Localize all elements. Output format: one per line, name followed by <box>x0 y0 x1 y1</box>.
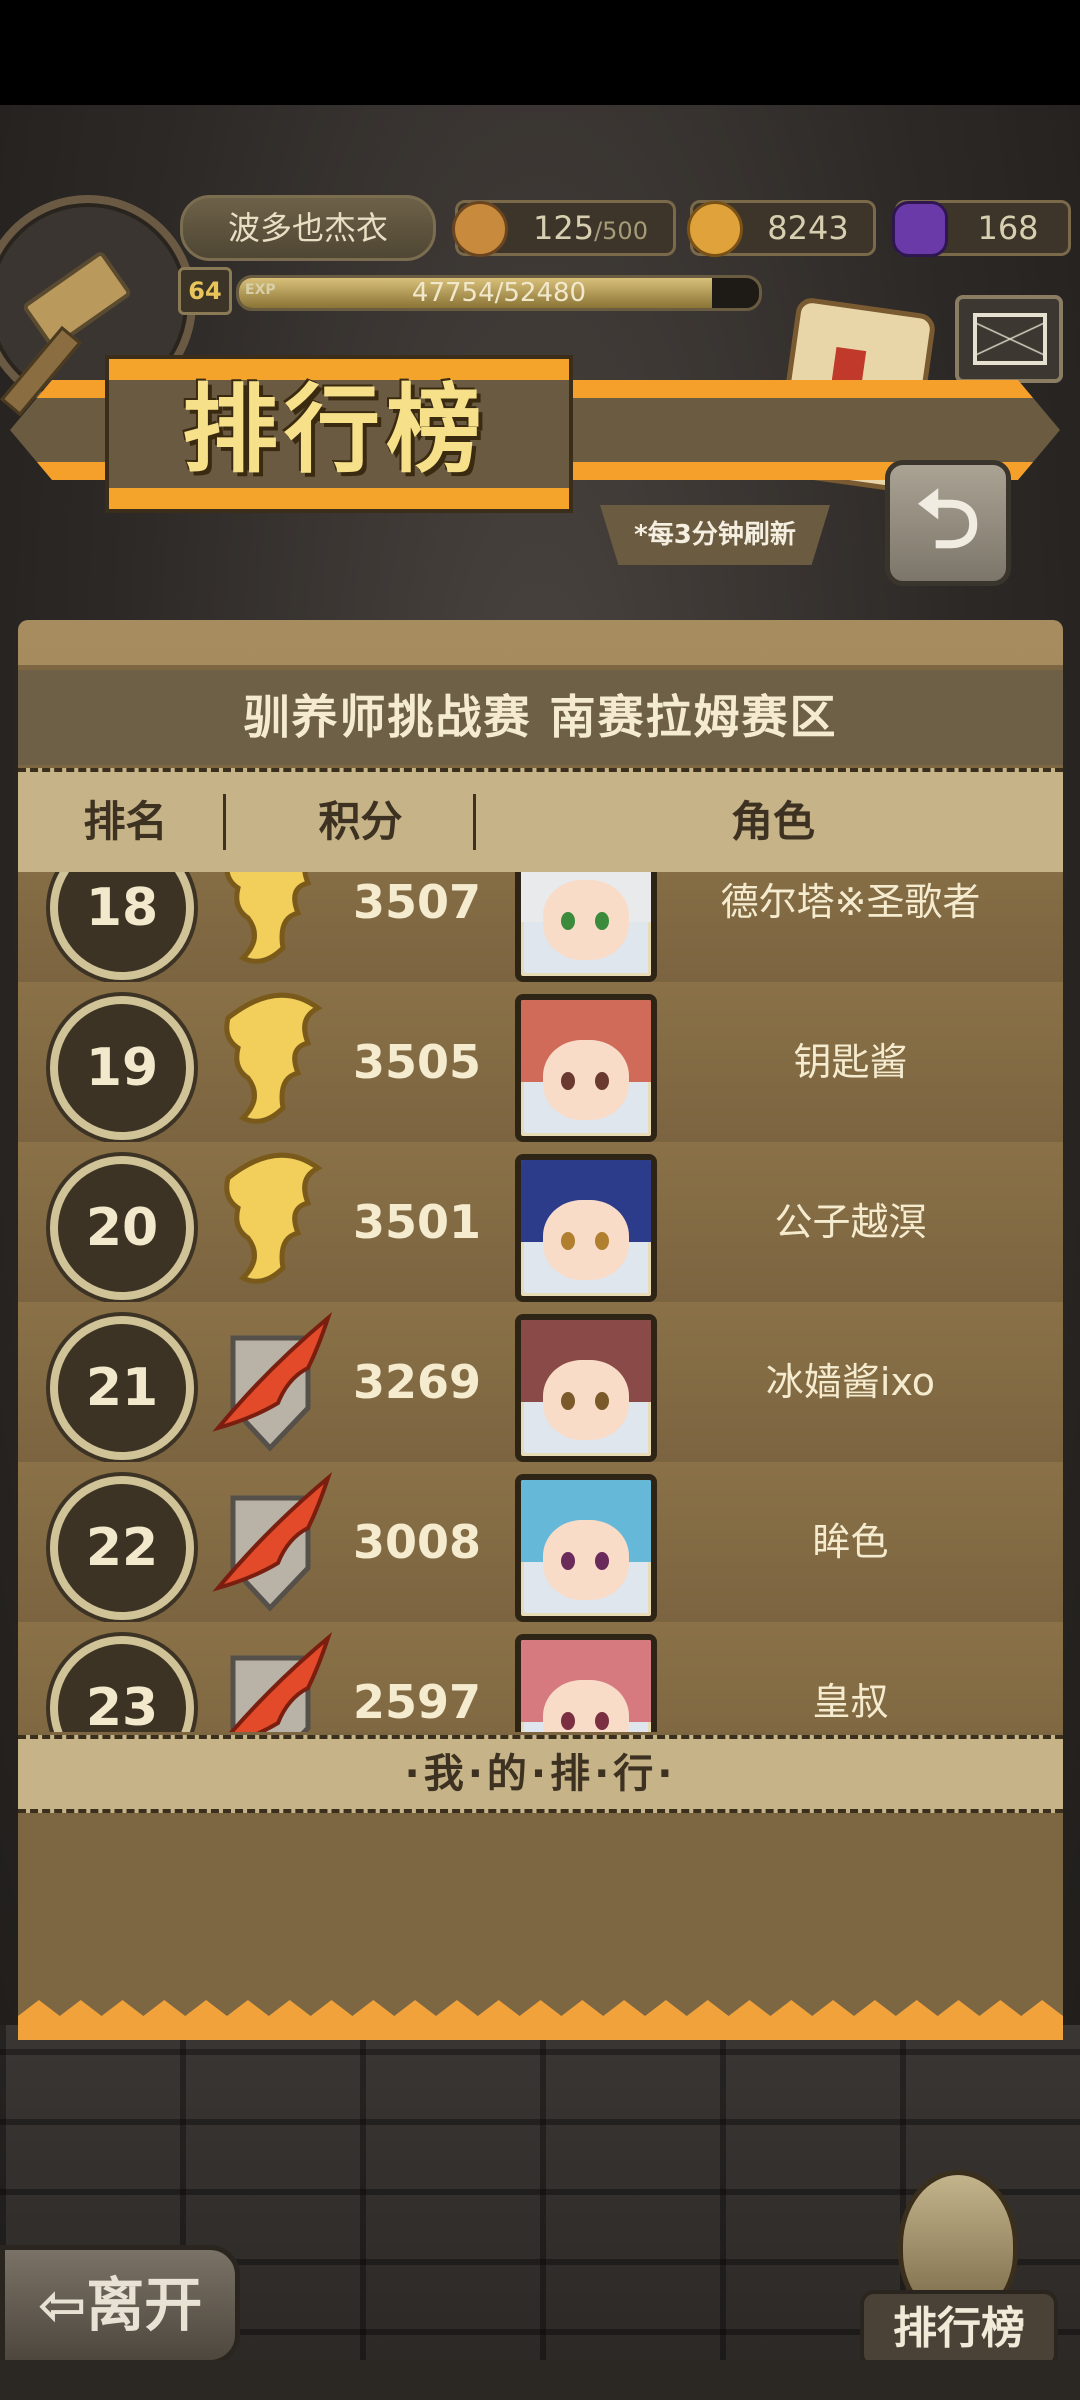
leaderboard-button-label: 排行榜 <box>860 2290 1058 2368</box>
portrait-eye <box>561 1392 575 1410</box>
portrait-eye <box>561 1712 575 1730</box>
table-row[interactable]: 23 2597 皇叔 <box>18 1622 1063 1732</box>
table-row[interactable]: 19 3505 钥匙酱 <box>18 982 1063 1145</box>
header-divider <box>473 794 476 850</box>
portrait-face <box>543 1520 629 1600</box>
character-portrait[interactable] <box>515 1634 657 1732</box>
score-value: 3269 <box>353 1355 482 1409</box>
gold-wing-emblem-icon <box>224 872 312 964</box>
rank-number: 18 <box>50 872 194 980</box>
portrait-eye <box>595 1552 609 1570</box>
player-role-name: 皇叔 <box>812 1680 889 1724</box>
portrait-face <box>543 1200 629 1280</box>
silver-wing-emblem-icon <box>212 1311 333 1452</box>
header-rank: 排名 <box>83 797 168 846</box>
leave-button[interactable]: ⇦离开 <box>0 2245 240 2365</box>
bottom-bar <box>0 2360 1080 2400</box>
portrait-eye <box>561 1552 575 1570</box>
refresh-note: *每3分钟刷新 <box>600 505 830 565</box>
character-portrait[interactable] <box>515 1154 657 1302</box>
rank-number: 20 <box>50 1156 194 1300</box>
gold-wing-emblem-icon <box>224 1152 323 1284</box>
portrait-eye <box>561 1232 575 1250</box>
gem-counter[interactable]: 168 <box>892 200 1071 257</box>
portrait-eye <box>561 1072 575 1090</box>
season-title: 驯养师挑战赛 南赛拉姆赛区 <box>18 670 1063 765</box>
portrait-eye <box>595 1712 609 1730</box>
table-row[interactable]: 22 3008 眸色 <box>18 1462 1063 1625</box>
portrait-eye <box>561 912 575 930</box>
character-portrait[interactable] <box>515 994 657 1142</box>
leaderboard-list[interactable]: 18 3507 德尔塔※圣歌者 19 3505 钥匙酱 20 3501 公子越溟 21 3269 冰嫱… <box>18 872 1063 1732</box>
header-role: 角色 <box>730 797 815 846</box>
table-row[interactable]: 21 3269 冰嫱酱ixo <box>18 1302 1063 1465</box>
my-rank-header: ·我·的·排·行· <box>18 1735 1063 1813</box>
portrait-eye <box>595 912 609 930</box>
player-name: 波多也杰衣 <box>180 195 436 261</box>
gem-value: 168 <box>977 209 1039 247</box>
player-role-name: 德尔塔※圣歌者 <box>720 880 981 924</box>
portrait-face <box>543 1360 629 1440</box>
gold-coin-icon <box>687 201 743 257</box>
header-divider <box>223 794 226 850</box>
portrait-eye <box>595 1392 609 1410</box>
score-value: 2597 <box>353 1675 482 1729</box>
player-level: 64 <box>178 267 232 315</box>
player-role-name: 眸色 <box>812 1520 889 1564</box>
back-button[interactable]: ⮌ <box>885 460 1011 586</box>
header-score: 积分 <box>318 797 403 846</box>
player-role-name: 冰嫱酱ixo <box>765 1360 936 1404</box>
character-portrait[interactable] <box>515 1314 657 1462</box>
portrait-eye <box>595 1232 609 1250</box>
portrait-face <box>543 880 629 960</box>
score-value: 3505 <box>353 1035 482 1089</box>
score-value: 3507 <box>353 875 482 929</box>
bread-icon <box>452 201 508 257</box>
character-portrait[interactable] <box>515 872 657 982</box>
player-role-name: 公子越溟 <box>774 1200 927 1244</box>
rank-number: 19 <box>50 996 194 1140</box>
player-role-name: 钥匙酱 <box>793 1040 908 1084</box>
leaderboard-button[interactable]: 排行榜 <box>860 2170 1058 2368</box>
gem-icon <box>892 201 948 257</box>
rank-number: 22 <box>50 1476 194 1620</box>
stamina-value: 125 <box>533 209 595 247</box>
hammer-icon <box>21 249 133 351</box>
rank-number: 23 <box>50 1636 194 1732</box>
table-row[interactable]: 18 3507 德尔塔※圣歌者 <box>18 872 1063 985</box>
exp-bar: EXP 47754/52480 <box>236 275 762 311</box>
stamina-max: /500 <box>594 217 648 245</box>
portrait-face <box>543 1040 629 1120</box>
table-row[interactable]: 20 3501 公子越溟 <box>18 1142 1063 1305</box>
page-title: 排行榜 <box>182 374 488 486</box>
silver-wing-emblem-icon <box>212 1471 333 1612</box>
score-value: 3008 <box>353 1515 482 1569</box>
gold-value: 8243 <box>767 209 849 247</box>
rank-number: 21 <box>50 1316 194 1460</box>
silver-wing-emblem-icon <box>229 1631 333 1732</box>
portrait-eye <box>595 1072 609 1090</box>
stamina-counter[interactable]: 125/500 <box>452 200 676 257</box>
gold-wing-emblem-icon <box>224 992 323 1124</box>
score-value: 3501 <box>353 1195 482 1249</box>
character-portrait[interactable] <box>515 1474 657 1622</box>
exp-value: 47754/52480 <box>411 278 587 308</box>
gold-counter[interactable]: 8243 <box>687 200 876 257</box>
mail-icon[interactable] <box>955 295 1063 383</box>
table-header: 排名 积分 角色 <box>18 768 1063 876</box>
